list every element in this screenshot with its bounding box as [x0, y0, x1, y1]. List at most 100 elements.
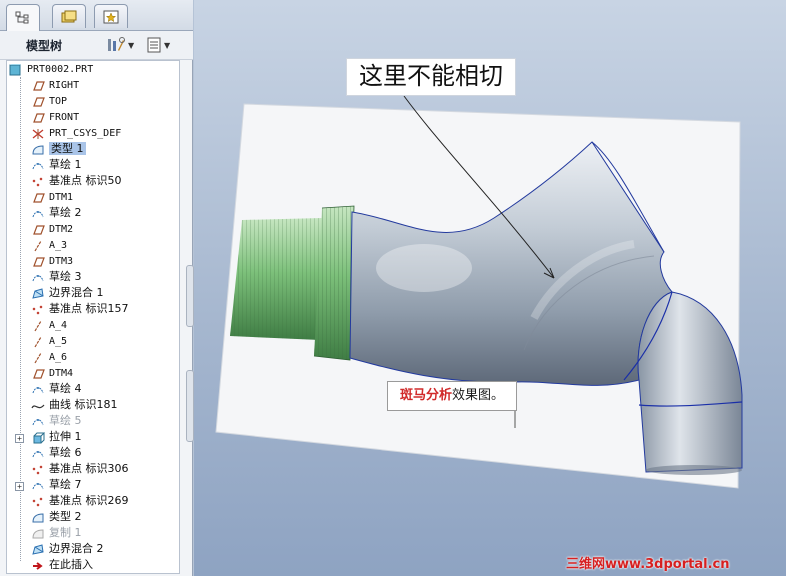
caption-text: 效果图。: [452, 388, 505, 403]
tree-item-label: 拉伸 1: [49, 430, 82, 443]
panel-splitter-handle[interactable]: [186, 265, 194, 327]
tree-item-label: 草绘 3: [49, 270, 82, 283]
tree-header: 模型树 ▼ ▼: [0, 31, 193, 60]
tree-item[interactable]: 复制 1: [7, 526, 179, 542]
panel-scrollbar[interactable]: [186, 370, 194, 442]
tree-item[interactable]: RIGHT: [7, 78, 179, 94]
tree-item[interactable]: 草绘 6: [7, 446, 179, 462]
show-columns-icon: [147, 37, 161, 53]
tree-item[interactable]: 草绘 5: [7, 414, 179, 430]
tree-item-label: 基准点 标识157: [49, 302, 129, 315]
datum-plane-icon: [33, 225, 45, 235]
part-icon: [9, 64, 21, 76]
tree-item[interactable]: 类型 2: [7, 510, 179, 526]
tree-item-label: A_5: [49, 336, 68, 347]
curve-icon: [31, 404, 45, 409]
tree-item-label: 草绘 2: [49, 206, 82, 219]
tree-item-label: 曲线 标识181: [49, 398, 118, 411]
tree-root-label: PRT0002.PRT: [27, 64, 94, 75]
csys-icon: [32, 129, 44, 139]
panel-title: 模型树: [26, 39, 63, 53]
tree-settings-button[interactable]: ▼: [106, 35, 134, 55]
tree-item[interactable]: + 草绘 7: [7, 478, 179, 494]
datum-plane-icon: [33, 193, 45, 203]
datum-point-icon: [32, 177, 43, 187]
datum-point-icon: [32, 465, 43, 475]
annotation-callout: 这里不能相切: [346, 58, 516, 96]
boundary-blend-icon: [32, 544, 44, 555]
tree-item[interactable]: 基准点 标识306: [7, 462, 179, 478]
extrude-icon: [33, 432, 45, 444]
tree-item[interactable]: 类型 1: [7, 142, 179, 158]
tree-item-label: 基准点 标识50: [49, 174, 122, 187]
tree-item-label: PRT_CSYS_DEF: [49, 128, 122, 139]
tree-item[interactable]: A_3: [7, 238, 179, 254]
tree-item[interactable]: PRT_CSYS_DEF: [7, 126, 179, 142]
star-icon: [103, 10, 119, 23]
tree-item[interactable]: FRONT: [7, 110, 179, 126]
tree-item-label: 草绘 4: [49, 382, 82, 395]
tree-item[interactable]: + 拉伸 1: [7, 430, 179, 446]
style-icon: [32, 513, 44, 523]
tree-item[interactable]: A_5: [7, 334, 179, 350]
tree-item-label: 草绘 7: [49, 478, 82, 491]
tree-item[interactable]: 基准点 标识50: [7, 174, 179, 190]
show-columns-button[interactable]: ▼: [146, 35, 170, 55]
chevron-down-icon: ▼: [128, 40, 135, 50]
tree-item-label: DTM3: [49, 256, 74, 267]
expand-toggle-icon[interactable]: +: [15, 434, 24, 443]
graphics-viewport[interactable]: 这里不能相切 斑马分析效果图。 三维网www.3dportal.cn: [194, 0, 786, 576]
style-icon: [32, 145, 44, 155]
tree-item[interactable]: 曲线 标识181: [7, 398, 179, 414]
site-watermark: 三维网www.3dportal.cn: [566, 557, 730, 572]
axis-icon: [34, 352, 42, 364]
tree-item-label: A_6: [49, 352, 68, 363]
sketch-icon: [32, 275, 44, 282]
sketch-icon: [32, 419, 44, 426]
tree-item[interactable]: 草绘 3: [7, 270, 179, 286]
tree-item-label: 边界混合 2: [49, 542, 104, 555]
tree-item[interactable]: DTM2: [7, 222, 179, 238]
datum-point-icon: [32, 497, 43, 507]
tree-item[interactable]: A_4: [7, 318, 179, 334]
tree-item[interactable]: 基准点 标识157: [7, 302, 179, 318]
folder-tab[interactable]: [52, 4, 86, 28]
tree-item[interactable]: 边界混合 2: [7, 542, 179, 558]
datum-point-icon: [32, 305, 43, 315]
folder-icon: [61, 10, 77, 22]
tree-item[interactable]: 在此插入: [7, 558, 179, 573]
tree-item-label: 边界混合 1: [49, 286, 104, 299]
tree-item-label: TOP: [49, 96, 68, 107]
datum-plane-icon: [33, 81, 45, 91]
settings-icon: [108, 37, 125, 51]
tree-item-label: A_4: [49, 320, 68, 331]
axis-icon: [34, 320, 42, 332]
datum-plane-icon: [33, 369, 45, 379]
tree-item-label: 草绘 6: [49, 446, 82, 459]
tree-item[interactable]: TOP: [7, 94, 179, 110]
tree-item-label: 基准点 标识306: [49, 462, 129, 475]
tree-item[interactable]: DTM3: [7, 254, 179, 270]
tree-item-label: 草绘 5: [49, 414, 82, 427]
favorites-tab[interactable]: [94, 4, 128, 28]
tree-item[interactable]: 草绘 2: [7, 206, 179, 222]
tree-icon: [15, 11, 29, 24]
tree-item[interactable]: 草绘 4: [7, 382, 179, 398]
tree-item[interactable]: A_6: [7, 350, 179, 366]
tree-item[interactable]: 边界混合 1: [7, 286, 179, 302]
tree-item-label: 类型 1: [49, 142, 86, 155]
expand-toggle-icon[interactable]: +: [15, 482, 24, 491]
copy-icon: [32, 529, 44, 539]
tree-root[interactable]: PRT0002.PRT: [7, 62, 179, 78]
tree-item-label: DTM2: [49, 224, 74, 235]
tree-item-label: 在此插入: [49, 558, 93, 571]
tree-item-label: A_3: [49, 240, 68, 251]
tree-item-label: FRONT: [49, 112, 80, 123]
sketch-icon: [32, 387, 44, 394]
tree-item[interactable]: DTM1: [7, 190, 179, 206]
tree-item-label: 基准点 标识269: [49, 494, 129, 507]
tree-item[interactable]: 基准点 标识269: [7, 494, 179, 510]
tree-item[interactable]: 草绘 1: [7, 158, 179, 174]
tree-item[interactable]: DTM4: [7, 366, 179, 382]
model-tree-tab[interactable]: [6, 4, 40, 31]
